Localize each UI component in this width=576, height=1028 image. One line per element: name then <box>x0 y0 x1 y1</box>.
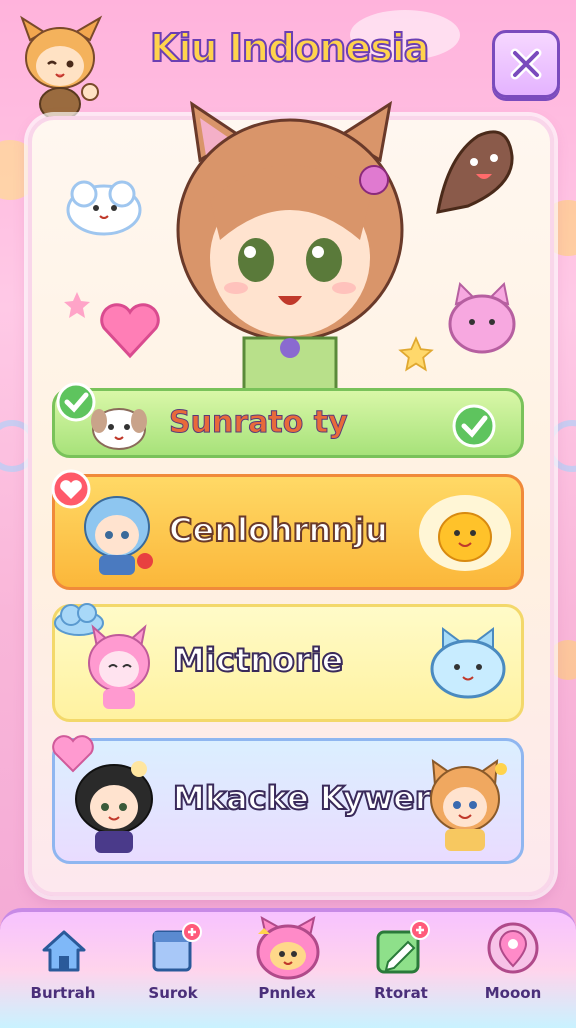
blue-hair-character-icon <box>84 496 153 575</box>
character-option-1[interactable]: Sunrato ty <box>52 382 524 458</box>
dark-hair-character-icon <box>75 761 153 853</box>
home-icon <box>42 930 86 972</box>
pink-bunny-character-icon <box>88 624 150 709</box>
bottom-nav-bar: Burtrah Surok Pnnlex Rtorat Mooon <box>0 908 576 1028</box>
puppy-icon <box>91 408 147 450</box>
hero-character-portrait <box>176 100 404 390</box>
close-button[interactable] <box>492 30 560 98</box>
nav-label: Rtorat <box>374 984 428 1002</box>
character-name-label: Mkacke Kywer <box>172 778 432 818</box>
cloud-creature-sticker <box>66 180 142 236</box>
fox-girl-icon <box>430 758 507 851</box>
character-name-label: Sunrato ty <box>169 405 349 441</box>
character-option-4[interactable]: Mkacke Kywer <box>52 735 524 864</box>
player-avatar[interactable] <box>12 12 108 124</box>
nav-label: Burtrah <box>30 984 96 1002</box>
calendar-icon <box>152 922 202 972</box>
star-sticker <box>64 292 90 318</box>
character-name-label: Cenlohrnnju <box>168 510 389 550</box>
character-name-label: Mictnorie <box>172 640 344 680</box>
location-pin-icon <box>487 922 539 974</box>
nav-label: Pnnlex <box>258 984 316 1002</box>
nav-item-create[interactable]: Rtorat <box>346 912 456 1024</box>
smiley-blob-icon <box>419 495 511 571</box>
character-option-3[interactable]: Mictnorie <box>52 603 524 722</box>
close-x-icon <box>510 48 542 80</box>
pink-cat-sticker <box>448 282 516 354</box>
nav-item-pets[interactable]: Pnnlex <box>232 912 342 1024</box>
nav-label: Mooon <box>484 984 542 1002</box>
check-icon <box>452 404 496 448</box>
character-option-2[interactable]: Cenlohrnnju <box>51 469 524 590</box>
pencil-icon <box>376 920 430 974</box>
nav-label: Surok <box>148 984 198 1002</box>
nav-item-map[interactable]: Mooon <box>458 912 568 1024</box>
game-title: Kiu Indonesia <box>149 25 430 71</box>
nav-item-home[interactable]: Burtrah <box>8 912 118 1024</box>
nav-item-schedule[interactable]: Surok <box>118 912 228 1024</box>
blue-cat-icon <box>430 627 506 699</box>
ghost-sticker <box>436 130 514 214</box>
cat-face-icon <box>256 916 320 980</box>
